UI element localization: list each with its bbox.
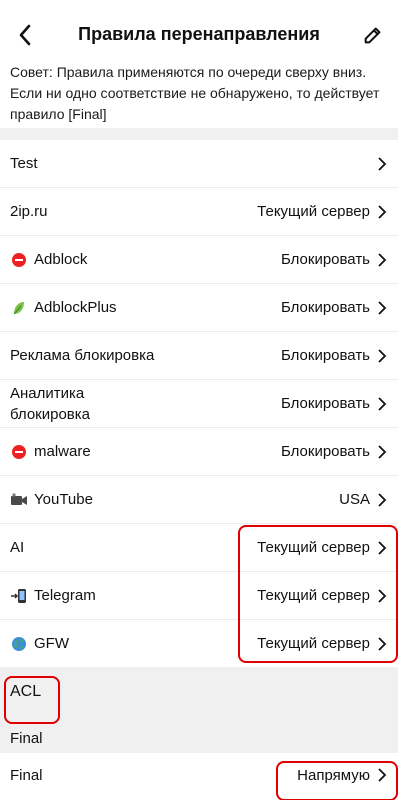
rule-value: Напрямую xyxy=(297,766,370,784)
rule-value: Блокировать xyxy=(280,443,370,460)
chevron-right-icon xyxy=(376,348,388,363)
edit-button[interactable] xyxy=(360,22,386,48)
rule-row-test[interactable]: Test xyxy=(0,140,398,188)
divider xyxy=(0,128,398,140)
rule-value: USA xyxy=(339,491,370,508)
rule-row-final[interactable]: Final Напрямую xyxy=(0,753,398,797)
rule-label: Adblock xyxy=(34,251,88,268)
rules-list: Test 2ip.ru Текущий сервер Adblock Блоки… xyxy=(0,140,398,667)
rule-label: Final xyxy=(10,766,43,784)
rule-row-malware[interactable]: malware Блокировать xyxy=(0,428,398,476)
rule-value: Текущий сервер xyxy=(257,539,370,556)
rule-label: Test xyxy=(10,155,38,172)
rule-label: AI xyxy=(10,539,25,556)
chevron-right-icon xyxy=(376,300,388,315)
pencil-icon xyxy=(364,27,381,44)
rule-row-adblockplus[interactable]: AdblockPlus Блокировать xyxy=(0,284,398,332)
rule-row-ai[interactable]: AI Текущий сервер xyxy=(0,524,398,572)
leaf-icon xyxy=(10,300,28,316)
rule-row-ads-block[interactable]: Реклама блокировка Блокировать xyxy=(0,332,398,380)
rule-value: Текущий сервер xyxy=(257,635,370,652)
rule-row-analytics-block[interactable]: Аналитика блокировка Блокировать xyxy=(0,380,398,428)
chevron-right-icon xyxy=(376,588,388,603)
rule-label: GFW xyxy=(34,635,69,652)
chevron-right-icon xyxy=(376,636,388,651)
chevron-right-icon xyxy=(376,204,388,219)
chevron-right-icon xyxy=(376,540,388,555)
rule-label: Реклама блокировка xyxy=(10,347,155,364)
rule-row-gfw[interactable]: GFW Текущий сервер xyxy=(0,620,398,667)
chevron-left-icon xyxy=(19,24,31,46)
page-title: Правила перенаправления xyxy=(78,23,320,44)
chevron-right-icon xyxy=(376,252,388,267)
rule-label: malware xyxy=(34,443,91,460)
globe-icon xyxy=(10,636,28,652)
tip-text: Совет: Правила применяются по очереди св… xyxy=(10,64,380,122)
rule-label: Telegram xyxy=(34,587,96,604)
rule-label: 2ip.ru xyxy=(10,203,48,220)
chevron-right-icon xyxy=(376,768,388,782)
rule-value: Блокировать xyxy=(280,299,370,316)
rule-value: Блокировать xyxy=(280,347,370,364)
rule-label: YouTube xyxy=(34,491,93,508)
video-camera-icon xyxy=(10,492,28,507)
acl-section: ACL xyxy=(0,667,398,723)
rule-row-2ip[interactable]: 2ip.ru Текущий сервер xyxy=(0,188,398,236)
rule-value: Блокировать xyxy=(280,251,370,268)
chevron-right-icon xyxy=(376,396,388,411)
rule-label: AdblockPlus xyxy=(34,299,117,316)
routing-rules-screen: Правила перенаправления Совет: Правила п… xyxy=(0,0,398,800)
rule-value: Блокировать xyxy=(280,395,370,412)
rule-row-youtube[interactable]: YouTube USA xyxy=(0,476,398,524)
acl-label: ACL xyxy=(10,683,42,700)
rule-label: Аналитика блокировка xyxy=(10,384,91,423)
rule-row-adblock[interactable]: Adblock Блокировать xyxy=(0,236,398,284)
stop-sign-icon xyxy=(10,444,28,459)
rule-value: Текущий сервер xyxy=(257,203,370,220)
stop-sign-icon xyxy=(10,252,28,267)
header: Правила перенаправления xyxy=(0,0,398,60)
back-button[interactable] xyxy=(12,22,38,48)
rule-value: Текущий сервер xyxy=(257,587,370,604)
final-section-title: Final xyxy=(0,723,398,753)
chevron-right-icon xyxy=(376,156,388,171)
mobile-arrow-icon xyxy=(10,588,28,604)
chevron-right-icon xyxy=(376,444,388,459)
chevron-right-icon xyxy=(376,492,388,507)
rule-row-telegram[interactable]: Telegram Текущий сервер xyxy=(0,572,398,620)
